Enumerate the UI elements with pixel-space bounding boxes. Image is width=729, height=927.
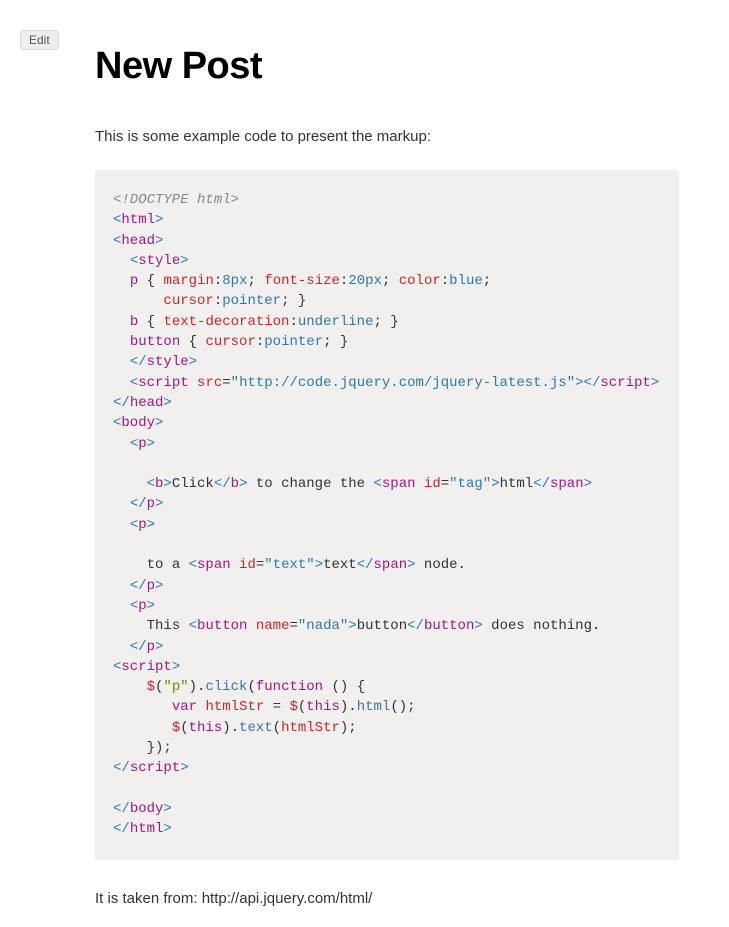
code-block: <!DOCTYPE html> <html> <head> <style> p … [95, 170, 679, 860]
footer-text: It is taken from: http://api.jquery.com/… [95, 890, 679, 907]
content-area: New Post This is some example code to pr… [95, 45, 679, 907]
intro-text: This is some example code to present the… [95, 128, 679, 145]
page-title: New Post [95, 45, 679, 88]
edit-button[interactable]: Edit [20, 30, 59, 50]
